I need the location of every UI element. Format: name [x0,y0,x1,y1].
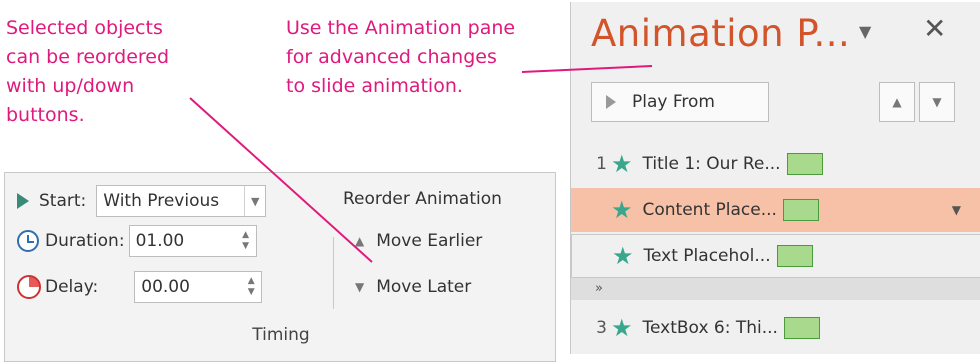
star-icon: ★ [611,196,633,224]
move-down-button[interactable]: ▼ [919,82,955,122]
move-later-label: Move Later [376,277,472,297]
move-up-button[interactable]: ▲ [879,82,915,122]
item-label: Text Placehol... [643,246,771,266]
start-row: Start: With Previous ▼ [17,185,267,217]
callout-line: with up/down [6,75,135,97]
chevron-down-icon: ▼ [244,186,265,216]
star-icon: ★ [611,314,633,342]
timing-bar [786,153,823,175]
spinner-arrows-icon[interactable]: ▲ ▼ [236,226,256,256]
duration-spinner[interactable]: 01.00 ▲ ▼ [128,225,257,257]
pane-options-chevron-icon[interactable]: ▼ [859,22,871,41]
animation-item[interactable]: ★ Text Placehol... [571,234,980,278]
move-earlier-button[interactable]: ▲ Move Earlier [355,231,482,251]
delay-value: 00.00 [141,277,190,297]
item-label: Content Place... [642,200,777,220]
item-label: TextBox 6: Thi... [642,318,778,338]
clock-icon [17,230,39,252]
move-later-button[interactable]: ▼ Move Later [355,277,471,297]
move-earlier-label: Move Earlier [376,231,483,251]
star-icon: ★ [611,150,633,178]
duration-label: Duration: [45,231,125,251]
pane-title: Animation P... [591,12,851,55]
play-from-label: Play From [632,92,715,112]
animation-item[interactable]: 3 ★ TextBox 6: Thi... [571,306,980,350]
callout-animation-pane: Use the Animation pane for advanced chan… [286,14,515,101]
reorder-animation-label: Reorder Animation [343,189,502,209]
start-label: Start: [39,191,87,211]
callout-line: can be reordered [6,46,170,68]
group-divider [333,237,334,309]
timing-bar [776,245,813,267]
play-from-button[interactable]: Play From [591,82,769,122]
triangle-down-icon: ▼ [355,280,365,294]
delay-label: Delay: [45,277,99,297]
expand-chevron-icon[interactable]: » [571,278,980,300]
timing-bar [782,199,819,221]
triangle-down-icon: ▼ [932,95,942,109]
animation-pane: Animation P... ▼ ✕ Play From ▲ ▼ 1 ★ Tit… [570,2,980,354]
delay-icon [17,275,41,299]
duration-value: 01.00 [135,231,185,251]
callout-line: Use the Animation pane [286,17,516,39]
timing-group-label: Timing [252,325,310,345]
play-icon [606,95,616,109]
callout-line: Selected objects [6,17,163,39]
triangle-up-icon: ▲ [355,234,365,248]
chevron-down-icon[interactable]: ▼ [952,203,961,217]
timing-ribbon-group: Start: With Previous ▼ Reorder Animation… [4,172,556,362]
reorder-title: Reorder Animation [343,189,502,209]
triangle-up-icon: ▲ [892,95,902,109]
item-number: 3 [596,318,607,338]
item-label: Title 1: Our Re... [642,154,781,174]
play-triangle-icon [17,193,29,209]
timing-bar [783,317,820,339]
spinner-arrows-icon[interactable]: ▲ ▼ [241,272,261,302]
callout-reorder: Selected objects can be reordered with u… [6,14,169,130]
animation-item[interactable]: 1 ★ Title 1: Our Re... [571,142,980,186]
callout-line: for advanced changes [286,46,497,68]
start-value: With Previous [103,191,220,211]
start-dropdown[interactable]: With Previous ▼ [96,185,267,217]
callout-line: to slide animation. [286,75,463,97]
star-icon: ★ [612,242,634,270]
duration-row: Duration: 01.00 ▲ ▼ [17,225,257,257]
delay-row: Delay: 00.00 ▲ ▼ [17,271,263,303]
animation-item-selected[interactable]: ★ Content Place... ▼ [571,188,980,232]
delay-spinner[interactable]: 00.00 ▲ ▼ [134,271,263,303]
item-number: 1 [596,154,607,174]
close-icon[interactable]: ✕ [923,12,946,45]
callout-line: buttons. [6,104,85,126]
